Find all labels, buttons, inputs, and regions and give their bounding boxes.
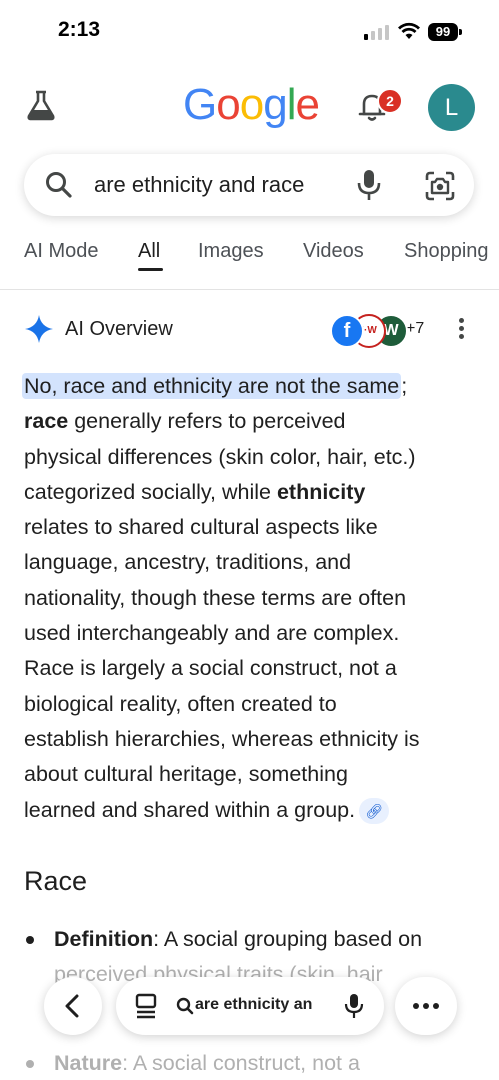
back-button[interactable]: [44, 977, 102, 1035]
microphone-icon[interactable]: [356, 168, 382, 202]
ai-overview-label: AI Overview: [65, 318, 173, 340]
section-heading-race: Race: [24, 866, 88, 896]
chevron-left-icon: [65, 994, 79, 1018]
source-icons[interactable]: f I·W W: [330, 314, 408, 348]
more-options-icon[interactable]: [455, 318, 467, 342]
list-item: Definition: A social grouping based on: [24, 922, 422, 956]
cellular-signal-icon: [364, 24, 390, 40]
more-menu-button[interactable]: [395, 977, 457, 1035]
active-tab-indicator: [138, 268, 163, 271]
link-icon[interactable]: 🔗︎: [359, 797, 390, 824]
tab-ai-mode[interactable]: AI Mode: [24, 240, 98, 263]
bottom-search-query[interactable]: are ethnicity an: [195, 996, 325, 1014]
highlighted-answer: No, race and ethnicity are not the same: [22, 373, 402, 399]
tab-shopping[interactable]: Shopping: [404, 240, 489, 263]
more-sources-count[interactable]: +7: [406, 320, 424, 338]
search-icon: [176, 997, 194, 1015]
more-horizontal-icon: [413, 1003, 439, 1009]
ai-overview-text: No, race and ethnicity are not the same;…: [22, 369, 479, 828]
status-time: 2:13: [58, 18, 101, 41]
search-icon: [46, 172, 72, 198]
wifi-icon: [398, 22, 420, 39]
battery-tip: [459, 29, 462, 35]
tab-videos[interactable]: Videos: [303, 240, 364, 263]
battery-indicator: 99: [428, 23, 458, 41]
list-item: Nature: A social construct, not a: [24, 1046, 360, 1080]
tab-all[interactable]: All: [138, 240, 160, 263]
facebook-icon: f: [330, 314, 364, 348]
account-avatar[interactable]: L: [428, 84, 475, 131]
google-logo[interactable]: Google: [183, 80, 320, 130]
search-input[interactable]: are ethnicity and race: [94, 172, 328, 198]
tabs-divider: [0, 289, 499, 290]
notification-badge: 2: [377, 88, 403, 114]
microphone-icon[interactable]: [344, 992, 364, 1020]
tabs-icon[interactable]: [134, 993, 158, 1019]
google-lens-icon[interactable]: [424, 170, 456, 202]
tab-images[interactable]: Images: [198, 240, 264, 263]
labs-flask-icon[interactable]: [24, 88, 58, 122]
ai-sparkle-icon: [25, 315, 53, 343]
